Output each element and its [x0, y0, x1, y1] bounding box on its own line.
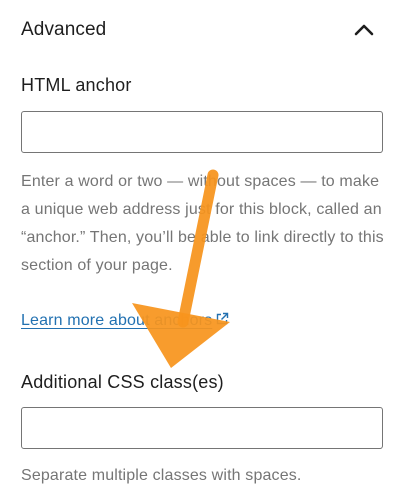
html-anchor-input[interactable]	[21, 111, 383, 153]
html-anchor-help-text: Enter a word or two — without spaces — t…	[21, 173, 384, 274]
section-title: Advanced	[21, 19, 107, 40]
advanced-settings-panel: Advanced HTML anchor Enter a word or two…	[0, 0, 400, 503]
advanced-section-toggle[interactable]: Advanced	[0, 0, 400, 62]
css-classes-label: Additional CSS class(es)	[21, 372, 224, 392]
external-link-icon	[217, 312, 229, 325]
learn-more-link-label: Learn more about anchors	[21, 312, 213, 329]
chevron-up-icon[interactable]	[353, 22, 375, 38]
html-anchor-label: HTML anchor	[21, 75, 132, 95]
css-classes-input[interactable]	[21, 407, 383, 449]
css-classes-help-text: Separate multiple classes with spaces.	[21, 467, 302, 484]
learn-more-anchors-link[interactable]: Learn more about anchors	[21, 312, 229, 330]
